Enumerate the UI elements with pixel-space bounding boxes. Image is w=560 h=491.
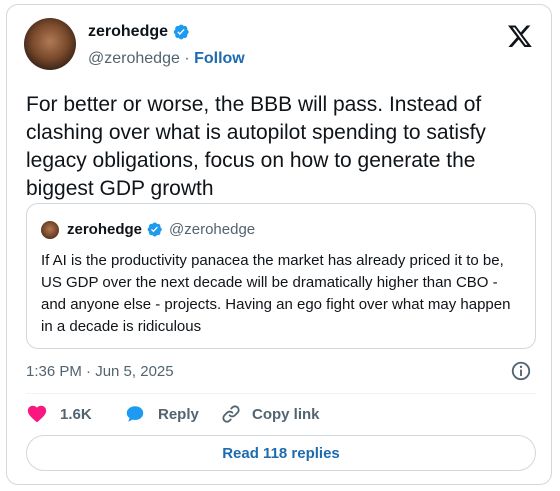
verified-badge-icon: [173, 24, 189, 40]
follow-button[interactable]: Follow: [194, 50, 245, 67]
quote-author-handle: @zerohedge: [169, 221, 256, 238]
reply-button[interactable]: Reply: [124, 403, 199, 425]
tweet-card: zerohedge @zerohedge · Follow For better…: [6, 4, 552, 485]
copy-link-label: Copy link: [252, 405, 320, 423]
x-logo-icon[interactable]: [507, 23, 533, 49]
author-handle-row: @zerohedge · Follow: [88, 50, 245, 68]
quote-text: If AI is the productivity panacea the ma…: [41, 252, 511, 335]
info-icon[interactable]: [510, 360, 532, 382]
reply-label: Reply: [158, 405, 199, 423]
quote-author-name: zerohedge: [67, 221, 143, 238]
copy-link-button[interactable]: Copy link: [220, 403, 320, 425]
separator-dot: ·: [184, 50, 190, 67]
read-replies-button[interactable]: Read 118 replies: [26, 435, 536, 471]
author-name-row: zerohedge: [88, 23, 190, 41]
like-button[interactable]: 1.6K: [26, 403, 92, 425]
author-handle[interactable]: @zerohedge: [88, 50, 180, 67]
heart-icon: [27, 405, 47, 423]
tweet-timestamp[interactable]: 1:36 PM · Jun 5, 2025: [26, 363, 174, 380]
link-icon: [222, 405, 240, 423]
author-avatar[interactable]: [24, 18, 76, 70]
speech-bubble-icon: [126, 406, 144, 422]
quote-header: zerohedge @zerohedge: [67, 221, 255, 238]
verified-badge-icon: [147, 222, 162, 237]
author-name[interactable]: zerohedge: [88, 23, 168, 41]
divider: [26, 393, 536, 394]
tweet-text: For better or worse, the BBB will pass. …: [26, 93, 486, 200]
quote-avatar: [41, 221, 59, 239]
quoted-tweet[interactable]: zerohedge @zerohedge If AI is the produc…: [26, 203, 536, 349]
like-count: 1.6K: [60, 405, 92, 423]
